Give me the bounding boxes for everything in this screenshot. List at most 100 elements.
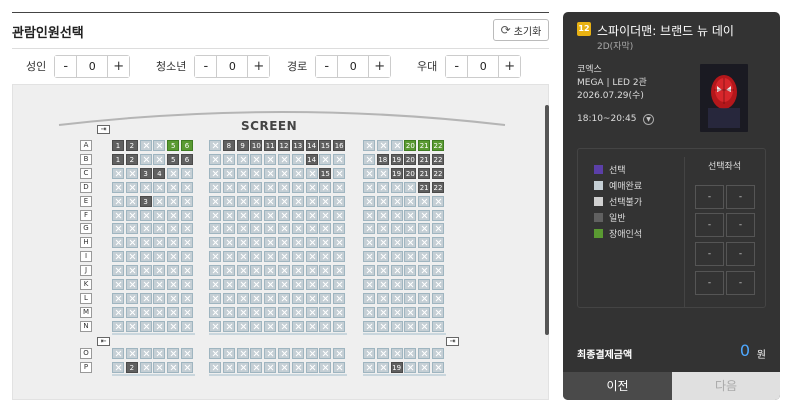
selected-seat-slot: - xyxy=(695,185,724,209)
seat[interactable]: 2 xyxy=(125,153,138,165)
row-label: J xyxy=(80,265,92,277)
block-divider xyxy=(209,373,347,376)
legend-label: 일반 xyxy=(609,213,626,224)
seat xyxy=(167,361,180,373)
seat xyxy=(305,209,318,221)
minus-button[interactable]: - xyxy=(195,55,217,77)
seat xyxy=(305,361,318,373)
youth-stepper: - 0 + xyxy=(194,54,271,78)
seat xyxy=(125,306,138,318)
seat[interactable]: 19 xyxy=(390,361,403,373)
seat xyxy=(390,265,403,277)
seat xyxy=(139,292,152,304)
seat xyxy=(278,181,290,193)
seat xyxy=(236,279,249,290)
seat[interactable]: 6 xyxy=(181,153,193,165)
seat xyxy=(418,237,431,249)
seat[interactable]: 16 xyxy=(333,140,346,151)
next-button[interactable]: 다음 xyxy=(672,372,780,400)
seat[interactable]: 22 xyxy=(432,140,444,151)
seat[interactable]: 22 xyxy=(432,153,444,165)
show-date: 2026.07.29(수) xyxy=(577,91,644,101)
seat xyxy=(390,251,403,263)
seat[interactable]: 20 xyxy=(404,167,417,179)
seat xyxy=(319,209,332,221)
seat xyxy=(333,320,346,332)
seat xyxy=(125,265,138,277)
seat[interactable]: 21 xyxy=(418,153,431,165)
selected-seat-slot: - xyxy=(726,271,755,295)
row-label: L xyxy=(80,292,92,304)
seat[interactable]: 9 xyxy=(236,140,249,151)
counter-senior: 경로 - 0 + xyxy=(287,54,392,78)
seat[interactable]: 20 xyxy=(404,140,417,151)
seat xyxy=(319,279,332,290)
seat xyxy=(376,209,389,221)
seat xyxy=(236,237,249,249)
seat[interactable]: 13 xyxy=(291,140,304,151)
legend-label: 예매완료 xyxy=(609,181,643,192)
seat[interactable]: 5 xyxy=(167,140,180,151)
seat xyxy=(432,361,444,373)
seat xyxy=(167,251,180,263)
seat xyxy=(222,306,235,318)
seat[interactable]: 1 xyxy=(112,140,124,151)
seat[interactable]: 18 xyxy=(376,153,389,165)
seat[interactable]: 22 xyxy=(432,181,444,193)
seat[interactable]: 15 xyxy=(319,140,332,151)
seat[interactable]: 20 xyxy=(404,153,417,165)
seat[interactable]: 21 xyxy=(418,167,431,179)
seat[interactable]: 2 xyxy=(125,140,138,151)
seat[interactable]: 8 xyxy=(222,140,235,151)
seat xyxy=(333,237,346,249)
seat xyxy=(153,292,166,304)
seat[interactable]: 4 xyxy=(153,167,166,179)
people-counter-row: 성인 - 0 + 청소년 - 0 + 경로 - 0 + 우대 - 0 + xyxy=(12,48,549,84)
seat xyxy=(376,181,389,193)
seat[interactable]: 12 xyxy=(278,140,290,151)
plus-button[interactable]: + xyxy=(108,55,130,77)
seat xyxy=(139,209,152,221)
reset-button[interactable]: ⟳ 초기화 xyxy=(493,19,549,41)
plus-button[interactable]: + xyxy=(499,55,521,77)
minus-button[interactable]: - xyxy=(316,55,338,77)
seat[interactable]: 21 xyxy=(418,181,431,193)
minus-button[interactable]: - xyxy=(55,55,77,77)
minus-button[interactable]: - xyxy=(446,55,468,77)
seat xyxy=(319,237,332,249)
plus-button[interactable]: + xyxy=(248,55,270,77)
total-price-unit: 원 xyxy=(756,350,766,361)
seat[interactable]: 22 xyxy=(432,167,444,179)
seat[interactable]: 14 xyxy=(305,153,318,165)
seat[interactable]: 14 xyxy=(305,140,318,151)
seat[interactable]: 21 xyxy=(418,140,431,151)
seat xyxy=(264,347,277,359)
seat xyxy=(112,209,124,221)
seat-map-scrollbar[interactable] xyxy=(545,105,549,335)
seat[interactable]: 1 xyxy=(112,153,124,165)
plus-button[interactable]: + xyxy=(369,55,391,77)
seat xyxy=(376,347,389,359)
seat[interactable]: 11 xyxy=(264,140,277,151)
seat xyxy=(278,223,290,235)
seat[interactable]: 3 xyxy=(139,167,152,179)
seat[interactable]: 6 xyxy=(181,140,193,151)
seat[interactable]: 5 xyxy=(167,153,180,165)
seat[interactable]: 19 xyxy=(390,153,403,165)
seat xyxy=(376,237,389,249)
seat xyxy=(291,209,304,221)
seat xyxy=(305,292,318,304)
seat xyxy=(181,279,193,290)
seat xyxy=(319,361,332,373)
seat[interactable]: 19 xyxy=(390,167,403,179)
prev-button[interactable]: 이전 xyxy=(563,372,672,400)
seat[interactable]: 10 xyxy=(250,140,263,151)
seat[interactable]: 15 xyxy=(319,167,332,179)
seat xyxy=(432,251,444,263)
seat xyxy=(264,320,277,332)
seat[interactable]: 3 xyxy=(139,195,152,207)
reset-label: 초기화 xyxy=(513,26,542,38)
chevron-down-icon[interactable]: ▼ xyxy=(643,114,654,125)
seat[interactable]: 2 xyxy=(125,361,138,373)
seat xyxy=(112,195,124,207)
